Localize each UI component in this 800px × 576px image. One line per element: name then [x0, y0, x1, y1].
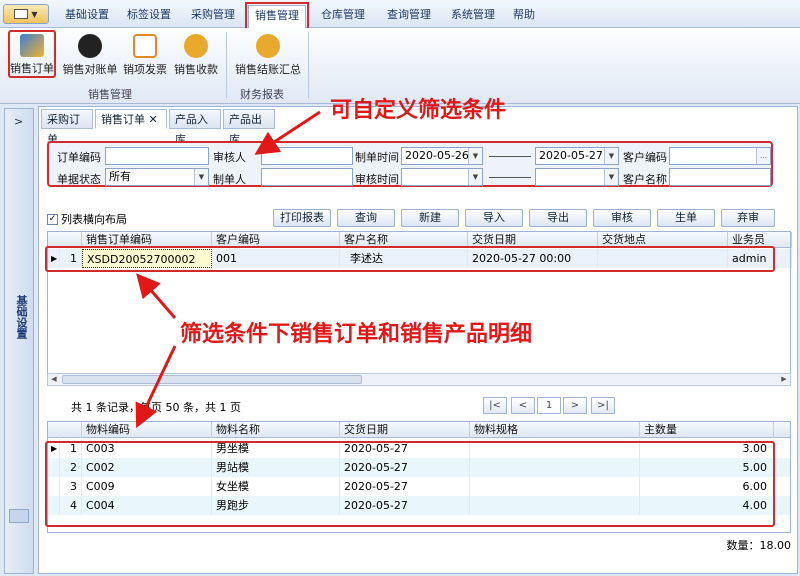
- app-window: ▼ 基础设置 标签设置 采购管理 销售管理 仓库管理 查询管理 系统管理 帮助 …: [0, 0, 800, 576]
- arrow-to-filter: [254, 110, 321, 155]
- annotation-arrows: [135, 110, 321, 429]
- arrow-to-details: [135, 345, 177, 429]
- arrow-to-orders: [136, 273, 177, 319]
